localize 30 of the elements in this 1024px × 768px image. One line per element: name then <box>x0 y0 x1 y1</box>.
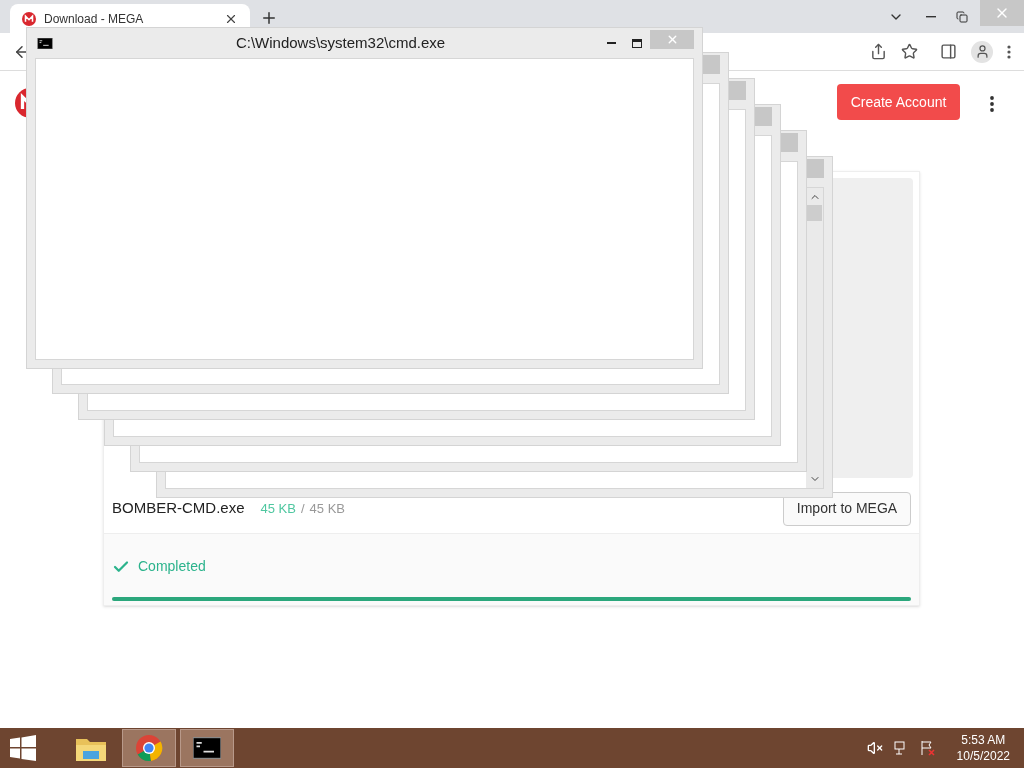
create-account-button[interactable]: Create Account <box>837 84 960 120</box>
restore-icon <box>956 10 968 23</box>
import-button[interactable]: Import to MEGA <box>783 491 911 526</box>
volume-muted-icon <box>866 740 883 756</box>
minimize-icon[interactable] <box>926 15 936 18</box>
side-panel-icon <box>940 43 957 60</box>
size-separator: / <box>300 499 305 518</box>
clock-time: 5:53 AM <box>961 732 1006 748</box>
total-size: 45 KB <box>309 499 345 518</box>
taskbar-app[interactable] <box>180 729 234 767</box>
profile-icon[interactable] <box>971 40 993 63</box>
menu-icon[interactable] <box>1007 44 1011 59</box>
console-icon <box>37 37 53 49</box>
flag-icon[interactable] <box>918 740 935 756</box>
status-text: Completed <box>138 557 206 576</box>
windows-logo-icon[interactable] <box>10 735 36 761</box>
new-tab-icon <box>260 9 278 27</box>
bookmark-icon <box>901 43 918 60</box>
chrome-icon <box>135 734 163 762</box>
tab-title: Download - MEGA <box>44 10 144 28</box>
minimize-icon <box>606 42 616 44</box>
file-name: BOMBER-CMD.exe <box>112 498 245 519</box>
window-title: C:\Windows\system32\cmd.exe <box>235 32 446 53</box>
menu-icon[interactable] <box>990 96 994 112</box>
share-icon <box>870 43 887 60</box>
scroll-thumb[interactable] <box>807 205 822 221</box>
mega-logo-icon <box>22 11 36 26</box>
clock-date: 10/5/2022 <box>956 748 1010 764</box>
downloaded-size: 45 KB <box>260 499 296 518</box>
console-icon <box>193 737 221 759</box>
